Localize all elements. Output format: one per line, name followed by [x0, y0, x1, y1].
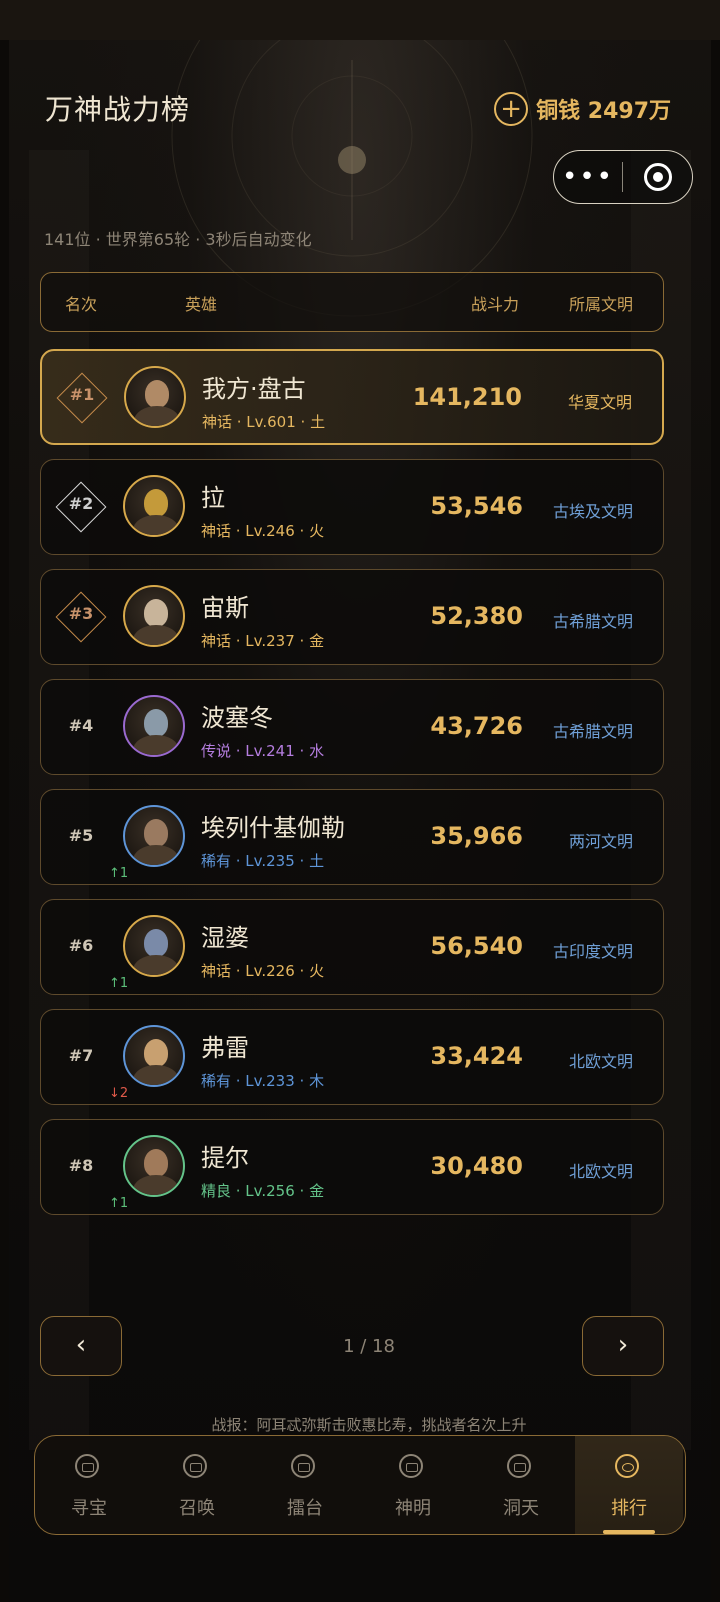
hero-avatar[interactable]	[123, 475, 185, 537]
miniprogram-capsule: •••	[553, 150, 693, 204]
hero-name: 我方·盘古	[202, 375, 306, 403]
hero-civilization: 华夏文明	[567, 393, 632, 412]
hero-meta: 神话 · Lv.246 · 火	[201, 522, 325, 540]
target-icon	[643, 163, 672, 191]
tab-summon[interactable]: 召唤	[143, 1436, 251, 1534]
rank-label: #1	[69, 385, 95, 404]
tab-ranking[interactable]: 排行	[575, 1436, 683, 1534]
ranking-row[interactable]: #2 拉 神话 · Lv.246 · 火 53,546 古埃及文明	[40, 459, 664, 555]
hero-power: 52,380	[430, 602, 523, 630]
hero-civilization: 古埃及文明	[552, 502, 633, 521]
hero-name: 湿婆	[201, 924, 249, 952]
rank-trend: ↓2	[109, 1086, 129, 1101]
coin-balance-label: 铜钱 2497万	[536, 99, 671, 124]
hero-avatar[interactable]	[123, 695, 185, 757]
hero-name: 弗雷	[201, 1034, 249, 1062]
hero-avatar[interactable]	[123, 1025, 185, 1087]
bottom-tab-bar: 寻宝 召唤 擂台 神明 洞天 排行	[34, 1435, 686, 1535]
status-bar	[0, 0, 720, 40]
gods-icon	[399, 1454, 423, 1478]
rank-label: #7	[68, 1046, 94, 1065]
page-title: 万神战力榜	[45, 93, 191, 126]
next-page-button[interactable]: ›	[582, 1316, 664, 1376]
hero-avatar[interactable]	[124, 366, 186, 428]
ranking-row[interactable]: #6 ↑1 湿婆 神话 · Lv.226 · 火 56,540 古印度文明	[40, 899, 664, 995]
hero-name: 宙斯	[201, 594, 249, 622]
hero-power: 30,480	[430, 1152, 523, 1180]
column-hero: 英雄	[185, 295, 218, 314]
hero-civilization: 古希腊文明	[552, 612, 633, 631]
rank-trend: ↑1	[109, 1196, 129, 1211]
hero-power: 35,966	[430, 822, 523, 850]
hero-meta: 精良 · Lv.256 · 金	[201, 1182, 325, 1200]
hero-meta: 神话 · Lv.601 · 土	[202, 413, 326, 431]
hero-civilization: 两河文明	[568, 832, 633, 851]
hero-meta: 传说 · Lv.241 · 水	[201, 742, 325, 760]
tab-label: 召唤	[179, 1498, 215, 1519]
hero-name: 波塞冬	[201, 704, 273, 732]
ranking-row[interactable]: #1 我方·盘古 神话 · Lv.601 · 土 141,210 华夏文明	[40, 349, 664, 445]
tab-label: 擂台	[287, 1498, 323, 1519]
rank-trend: ↑1	[109, 976, 129, 991]
hero-name: 拉	[201, 484, 225, 512]
ranking-page: 万神战力榜 + 铜钱 2497万 ••• 141位 · 世界第65轮 · 3秒后…	[9, 40, 711, 1602]
ranking-row[interactable]: #3 宙斯 神话 · Lv.237 · 金 52,380 古希腊文明	[40, 569, 664, 665]
hero-name: 埃列什基伽勒	[201, 814, 345, 842]
close-miniprogram-button[interactable]	[623, 163, 692, 191]
ranking-row[interactable]: #5 ↑1 埃列什基伽勒 稀有 · Lv.235 · 土 35,966 两河文明	[40, 789, 664, 885]
column-power: 战斗力	[471, 295, 520, 314]
hero-power: 43,726	[430, 712, 523, 740]
hero-meta: 稀有 · Lv.235 · 土	[201, 852, 325, 870]
tab-treasure[interactable]: 寻宝	[35, 1436, 143, 1534]
active-tab-indicator	[603, 1530, 655, 1534]
hero-meta: 稀有 · Lv.233 · 木	[201, 1072, 325, 1090]
tab-label: 排行	[611, 1498, 647, 1519]
table-header: 名次 英雄 战斗力 所属文明	[40, 272, 664, 332]
tab-gods[interactable]: 神明	[359, 1436, 467, 1534]
hero-avatar[interactable]	[123, 805, 185, 867]
hero-civilization: 北欧文明	[568, 1052, 633, 1071]
hero-civilization: 北欧文明	[568, 1162, 633, 1181]
hero-power: 56,540	[430, 932, 523, 960]
cave-icon	[507, 1454, 531, 1478]
hero-meta: 神话 · Lv.226 · 火	[201, 962, 325, 980]
hero-civilization: 古希腊文明	[552, 722, 633, 741]
treasure-icon	[75, 1454, 99, 1478]
ranking-row[interactable]: #4 波塞冬 传说 · Lv.241 · 水 43,726 古希腊文明	[40, 679, 664, 775]
ranking-status-text: 141位 · 世界第65轮 · 3秒后自动变化	[44, 230, 312, 249]
hero-avatar[interactable]	[123, 1135, 185, 1197]
hero-meta: 神话 · Lv.237 · 金	[201, 632, 325, 650]
hero-avatar[interactable]	[123, 585, 185, 647]
rank-label: #2	[68, 494, 94, 513]
tab-label: 神明	[395, 1498, 431, 1519]
more-menu-button[interactable]: •••	[554, 151, 622, 203]
hero-avatar[interactable]	[123, 915, 185, 977]
rank-trend: ↑1	[109, 866, 129, 881]
ranking-icon	[615, 1454, 639, 1478]
column-rank: 名次	[65, 295, 98, 314]
column-civ: 所属文明	[569, 295, 634, 314]
hero-power: 33,424	[430, 1042, 523, 1070]
summon-icon	[183, 1454, 207, 1478]
coin-balance[interactable]: + 铜钱 2497万	[494, 92, 671, 126]
tab-label: 洞天	[503, 1498, 539, 1519]
rank-label: #8	[68, 1156, 94, 1175]
arena-icon	[291, 1454, 315, 1478]
tab-cave[interactable]: 洞天	[467, 1436, 575, 1534]
rank-label: #5	[68, 826, 94, 845]
hero-power: 53,546	[430, 492, 523, 520]
rank-label: #4	[68, 716, 94, 735]
battle-report: 战报：阿耳忒弥斯击败惠比寿，挑战者名次上升	[211, 1416, 527, 1434]
ranking-row[interactable]: #7 ↓2 弗雷 稀有 · Lv.233 · 木 33,424 北欧文明	[40, 1009, 664, 1105]
tab-arena[interactable]: 擂台	[251, 1436, 359, 1534]
tab-label: 寻宝	[71, 1498, 107, 1519]
hero-power: 141,210	[412, 383, 522, 411]
hero-civilization: 古印度文明	[552, 942, 633, 961]
rank-label: #6	[68, 936, 94, 955]
rank-label: #3	[68, 604, 94, 623]
add-coins-icon[interactable]: +	[494, 92, 529, 126]
ranking-row[interactable]: #8 ↑1 提尔 精良 · Lv.256 · 金 30,480 北欧文明	[40, 1119, 664, 1215]
hero-name: 提尔	[201, 1144, 249, 1172]
